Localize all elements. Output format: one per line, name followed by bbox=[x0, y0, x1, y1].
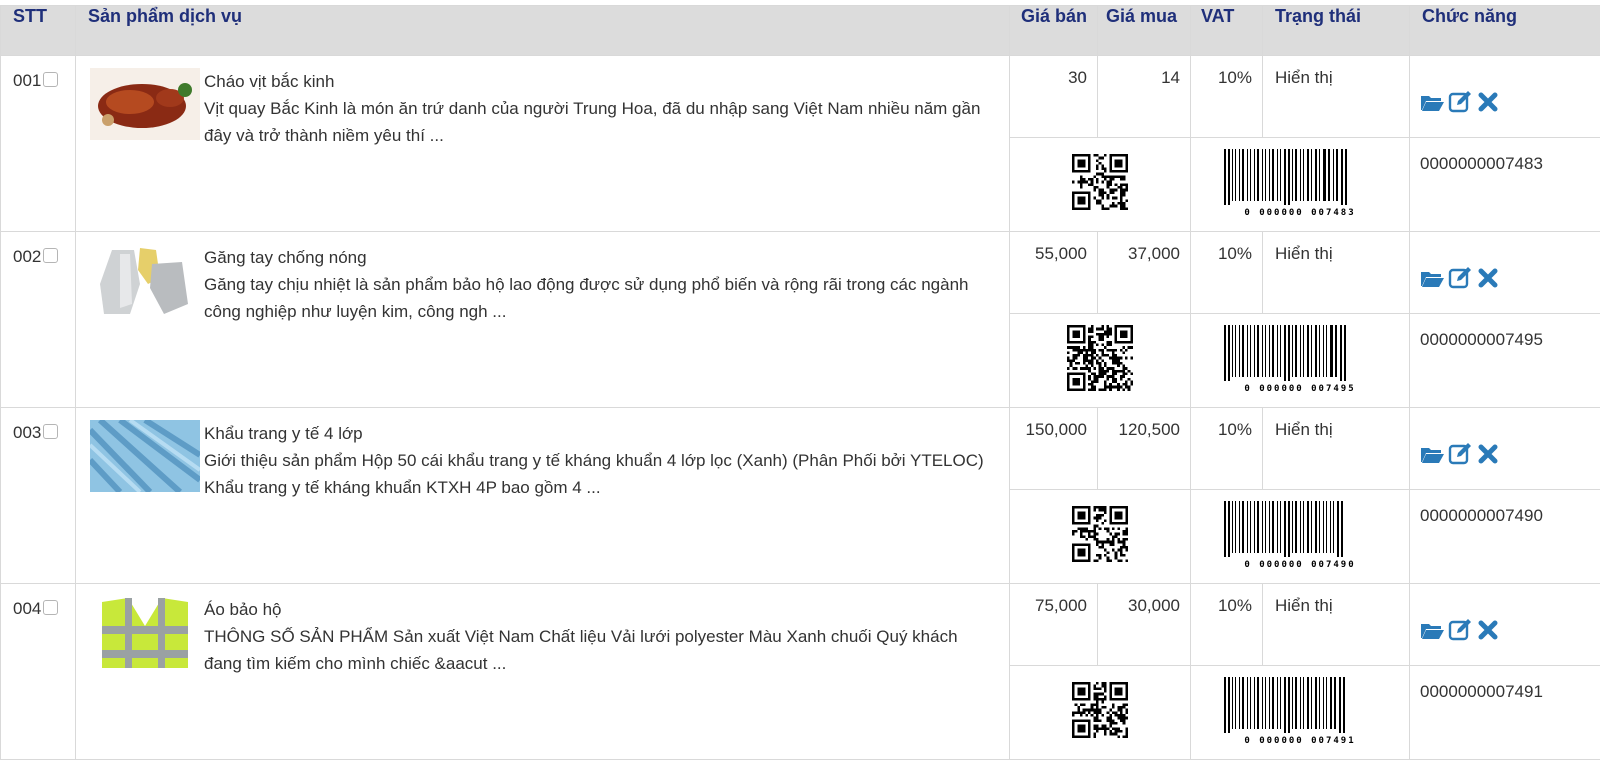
table-row: 001 Cháo vịt bắc kinh Vịt quay Bắc Kinh … bbox=[0, 55, 1600, 232]
row-stt-cell: 004 bbox=[0, 583, 76, 760]
barcode: 0 000000 007491 bbox=[1214, 675, 1386, 746]
product-code: 0000000007490 bbox=[1409, 489, 1600, 584]
close-icon[interactable] bbox=[1476, 90, 1500, 114]
actions-cell bbox=[1409, 231, 1600, 314]
product-description: Găng tay chịu nhiệt là sản phẩm bảo hộ l… bbox=[204, 275, 969, 321]
qr-code bbox=[1072, 154, 1128, 210]
product-name[interactable]: Khẩu trang y tế 4 lớp bbox=[204, 420, 999, 447]
product-code: 0000000007483 bbox=[1409, 137, 1600, 232]
svg-text:0 000000 007495: 0 000000 007495 bbox=[1244, 384, 1355, 393]
product-description: Giới thiệu sản phẩm Hộp 50 cái khẩu tran… bbox=[204, 451, 984, 497]
actions-cell bbox=[1409, 55, 1600, 138]
vat-value: 10% bbox=[1190, 583, 1263, 666]
status-value: Hiển thị bbox=[1262, 583, 1410, 666]
table-row: 002 Găng tay chống nóng Găng tay chịu nh… bbox=[0, 231, 1600, 408]
qr-code bbox=[1067, 325, 1133, 391]
products-table: STT Sản phẩm dịch vụ Giá bán Giá mua VAT… bbox=[0, 5, 1600, 760]
edit-icon[interactable] bbox=[1448, 618, 1472, 642]
product-code: 0000000007491 bbox=[1409, 665, 1600, 760]
buy-price: 14 bbox=[1097, 55, 1191, 138]
folder-open-icon[interactable] bbox=[1420, 266, 1444, 290]
product-thumbnail bbox=[90, 244, 200, 316]
table-header-row: STT Sản phẩm dịch vụ Giá bán Giá mua VAT… bbox=[0, 5, 1600, 56]
folder-open-icon[interactable] bbox=[1420, 442, 1444, 466]
qr-code bbox=[1072, 682, 1128, 738]
product-thumbnail bbox=[87, 417, 202, 495]
close-icon[interactable] bbox=[1476, 618, 1500, 642]
qr-cell bbox=[1009, 313, 1191, 408]
actions-cell bbox=[1409, 583, 1600, 666]
close-icon[interactable] bbox=[1476, 442, 1500, 466]
edit-icon[interactable] bbox=[1448, 90, 1472, 114]
row-stt-cell: 003 bbox=[0, 407, 76, 584]
qr-code bbox=[1072, 506, 1128, 562]
product-name[interactable]: Găng tay chống nóng bbox=[204, 244, 999, 271]
buy-price: 37,000 bbox=[1097, 231, 1191, 314]
product-cell: Áo bảo hộ THÔNG SỐ SẢN PHẨM Sản xuất Việ… bbox=[75, 583, 1010, 760]
actions-cell bbox=[1409, 407, 1600, 490]
vat-value: 10% bbox=[1190, 407, 1263, 490]
row-number: 004 bbox=[13, 599, 42, 618]
folder-open-icon[interactable] bbox=[1420, 90, 1444, 114]
header-buy-price: Giá mua bbox=[1097, 5, 1191, 56]
table-row: 004 Áo bảo hộ THÔNG SỐ SẢN PHẨM Sản xuất… bbox=[0, 583, 1600, 760]
barcode: 0 000000 007495 bbox=[1214, 323, 1386, 394]
folder-open-icon[interactable] bbox=[1420, 618, 1444, 642]
sale-price: 150,000 bbox=[1009, 407, 1098, 490]
vat-value: 10% bbox=[1190, 55, 1263, 138]
svg-text:0 000000 007491: 0 000000 007491 bbox=[1244, 736, 1355, 745]
row-number: 001 bbox=[13, 71, 42, 90]
header-status: Trạng thái bbox=[1262, 5, 1410, 56]
header-sale-price: Giá bán bbox=[1009, 5, 1098, 56]
barcode-cell: 0 000000 007491 bbox=[1190, 665, 1410, 760]
qr-cell bbox=[1009, 665, 1191, 760]
header-stt: STT bbox=[0, 5, 76, 56]
close-icon[interactable] bbox=[1476, 266, 1500, 290]
status-value: Hiển thị bbox=[1262, 231, 1410, 314]
barcode-cell: 0 000000 007483 bbox=[1190, 137, 1410, 232]
header-functions: Chức năng bbox=[1409, 5, 1600, 56]
barcode-cell: 0 000000 007495 bbox=[1190, 313, 1410, 408]
product-thumbnail bbox=[90, 596, 200, 668]
row-number: 002 bbox=[13, 247, 42, 266]
table-row: 003 Khẩu trang y tế 4 lớp Giới thiệu sản… bbox=[0, 407, 1600, 584]
qr-cell bbox=[1009, 489, 1191, 584]
product-code: 0000000007495 bbox=[1409, 313, 1600, 408]
qr-cell bbox=[1009, 137, 1191, 232]
svg-text:0 000000 007490: 0 000000 007490 bbox=[1244, 560, 1355, 569]
product-cell: Cháo vịt bắc kinh Vịt quay Bắc Kinh là m… bbox=[75, 55, 1010, 232]
header-vat: VAT bbox=[1190, 5, 1263, 56]
buy-price: 30,000 bbox=[1097, 583, 1191, 666]
edit-icon[interactable] bbox=[1448, 442, 1472, 466]
product-name[interactable]: Cháo vịt bắc kinh bbox=[204, 68, 999, 95]
row-checkbox[interactable] bbox=[43, 72, 59, 87]
product-cell: Khẩu trang y tế 4 lớp Giới thiệu sản phẩ… bbox=[75, 407, 1010, 584]
barcode-cell: 0 000000 007490 bbox=[1190, 489, 1410, 584]
row-checkbox[interactable] bbox=[43, 424, 59, 439]
buy-price: 120,500 bbox=[1097, 407, 1191, 490]
product-cell: Găng tay chống nóng Găng tay chịu nhiệt … bbox=[75, 231, 1010, 408]
sale-price: 30 bbox=[1009, 55, 1098, 138]
product-description: Vịt quay Bắc Kinh là món ăn trứ danh của… bbox=[204, 99, 981, 145]
row-number: 003 bbox=[13, 423, 42, 442]
product-description: THÔNG SỐ SẢN PHẨM Sản xuất Việt Nam Chất… bbox=[204, 627, 958, 673]
row-checkbox[interactable] bbox=[43, 600, 59, 615]
product-name[interactable]: Áo bảo hộ bbox=[204, 596, 999, 623]
row-stt-cell: 001 bbox=[0, 55, 76, 232]
vat-value: 10% bbox=[1190, 231, 1263, 314]
status-value: Hiển thị bbox=[1262, 55, 1410, 138]
header-product: Sản phẩm dịch vụ bbox=[75, 5, 1010, 56]
barcode: 0 000000 007483 bbox=[1214, 147, 1386, 218]
barcode: 0 000000 007490 bbox=[1214, 499, 1386, 570]
row-stt-cell: 002 bbox=[0, 231, 76, 408]
sale-price: 75,000 bbox=[1009, 583, 1098, 666]
svg-text:0 000000 007483: 0 000000 007483 bbox=[1244, 208, 1355, 217]
sale-price: 55,000 bbox=[1009, 231, 1098, 314]
edit-icon[interactable] bbox=[1448, 266, 1472, 290]
product-thumbnail bbox=[90, 68, 200, 140]
row-checkbox[interactable] bbox=[43, 248, 59, 263]
status-value: Hiển thị bbox=[1262, 407, 1410, 490]
